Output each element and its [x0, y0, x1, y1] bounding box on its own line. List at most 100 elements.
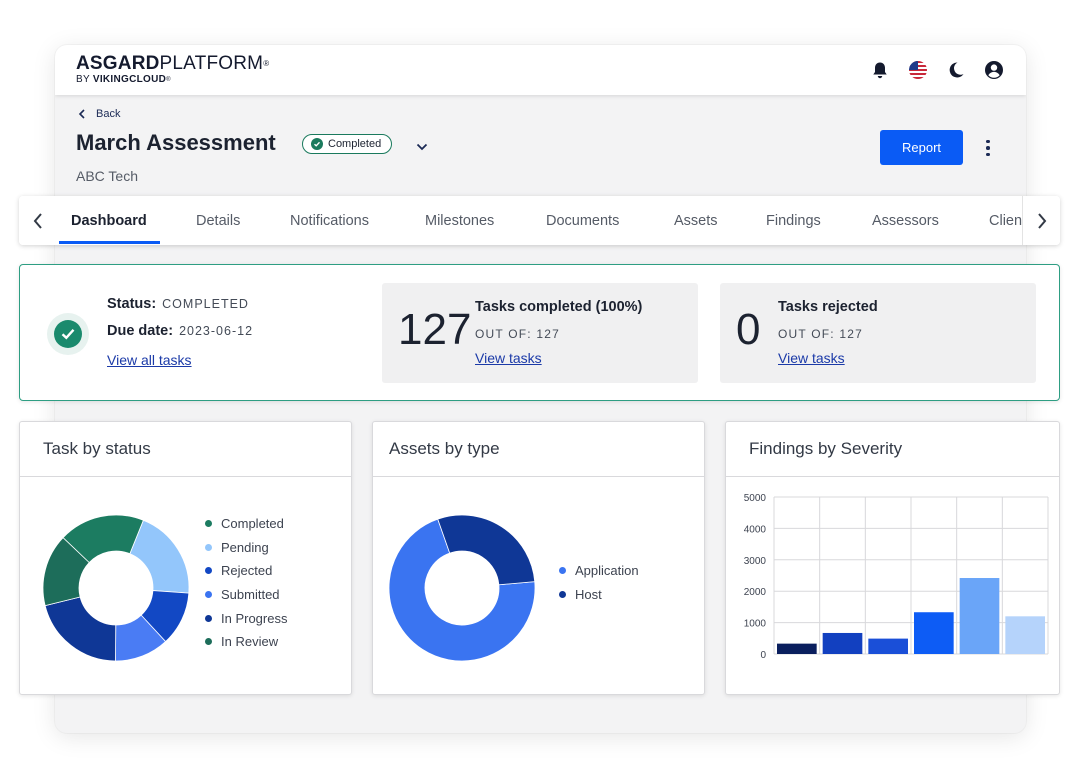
tab-details[interactable]: Details	[196, 196, 240, 245]
task-status-legend: Completed Pending Rejected Submitted In Prog…	[205, 512, 287, 654]
task-status-legend-item[interactable]: In Review	[205, 630, 287, 654]
bell-icon[interactable]	[868, 58, 892, 82]
status-row: Status: COMPLETED	[107, 296, 249, 312]
panel-title: Findings by Severity	[726, 422, 1059, 477]
severity-bar-5[interactable]	[959, 578, 1000, 654]
status-badge-label: Completed	[328, 138, 382, 150]
task-status-legend-item[interactable]: Submitted	[205, 583, 287, 607]
severity-bar-1[interactable]	[777, 643, 817, 654]
chevron-right-icon[interactable]	[1022, 196, 1060, 245]
logo-word-bold: ASGARD	[76, 53, 160, 74]
assets-type-legend-item[interactable]: Host	[559, 583, 639, 607]
logo-sub-brand: VIKINGCLOUD	[92, 74, 167, 85]
status-value: COMPLETED	[162, 297, 249, 311]
tab-assessors[interactable]: Assessors	[872, 196, 939, 245]
task-status-donut-chart	[42, 514, 190, 662]
tasks-completed-title: Tasks completed (100%)	[475, 299, 643, 315]
view-all-tasks-link[interactable]: View all tasks	[107, 352, 192, 368]
check-icon	[311, 138, 323, 150]
due-date-row: Due date: 2023-06-12	[107, 323, 253, 339]
tasks-rejected-title: Tasks rejected	[778, 299, 878, 315]
task-status-slice-submitted[interactable]	[44, 596, 117, 662]
chevron-down-icon[interactable]	[416, 138, 428, 156]
tab-clients[interactable]: Clien	[989, 196, 1022, 245]
findings-severity-bar-chart: 0 1000 2000 3000 4000 5000	[744, 493, 1049, 661]
tab-assets[interactable]: Assets	[674, 196, 718, 245]
due-date-label: Due date:	[107, 323, 174, 339]
legend-dot	[205, 567, 212, 575]
assets-by-type-panel: Assets by type Application Host	[372, 421, 705, 695]
legend-label: Completed	[221, 516, 284, 532]
chevron-left-icon[interactable]	[19, 196, 57, 245]
logo-registered-mark: ®	[263, 59, 270, 68]
legend-dot	[205, 520, 212, 528]
account-icon[interactable]	[982, 58, 1006, 82]
logo-sub-registered: ®	[166, 77, 171, 83]
asgard-logo[interactable]: ASGARDPLATFORM® BY VIKINGCLOUD®	[76, 54, 269, 86]
tab-dashboard[interactable]: Dashboard	[71, 196, 147, 245]
panel-title: Task by status	[20, 422, 351, 477]
task-by-status-panel: Task by status Completed Pending Rejected S…	[19, 421, 352, 695]
legend-label: Submitted	[221, 587, 280, 603]
tab-documents[interactable]: Documents	[546, 196, 619, 245]
legend-dot	[205, 591, 212, 599]
legend-label: Host	[575, 586, 602, 602]
tasks-rejected-box: 0 Tasks rejected OUT OF: 127 View tasks	[720, 283, 1036, 383]
more-options-icon[interactable]	[978, 137, 998, 159]
severity-bar-4[interactable]	[914, 612, 954, 654]
us-flag-icon[interactable]	[906, 58, 930, 82]
severity-bar-3[interactable]	[868, 638, 908, 654]
tab-findings[interactable]: Findings	[766, 196, 821, 245]
severity-bar-6[interactable]	[1005, 616, 1045, 654]
tab-notifications[interactable]: Notifications	[290, 196, 369, 245]
summary-card: Status: COMPLETED Due date: 2023-06-12 Vie…	[19, 264, 1060, 401]
task-status-legend-item[interactable]: Rejected	[205, 559, 287, 583]
status-label: Status:	[107, 296, 157, 312]
task-status-legend-item[interactable]: Pending	[205, 536, 287, 560]
completed-check-icon	[47, 313, 89, 355]
y-tick-label: 2000	[744, 587, 767, 598]
y-tick-label: 4000	[744, 524, 767, 535]
report-button[interactable]: Report	[880, 130, 963, 165]
legend-dot	[559, 590, 566, 598]
back-link[interactable]: Back	[78, 108, 120, 120]
task-status-legend-item[interactable]: Completed	[205, 512, 287, 536]
logo-word-light: PLATFORM	[159, 53, 264, 74]
legend-label: Rejected	[221, 563, 273, 579]
legend-dot	[205, 638, 212, 646]
tab-milestones[interactable]: Milestones	[425, 196, 494, 245]
active-tab-indicator	[59, 241, 160, 244]
tasks-completed-out-of: OUT OF: 127	[475, 327, 561, 341]
top-bar: ASGARDPLATFORM® BY VIKINGCLOUD®	[55, 45, 1026, 95]
page-title: March Assessment	[76, 130, 276, 155]
findings-by-severity-panel: Findings by Severity 0 1000 2000 3000 4000 50…	[725, 421, 1060, 695]
y-tick-label: 3000	[744, 556, 767, 567]
legend-label: Application	[575, 563, 639, 579]
due-date-value: 2023-06-12	[179, 324, 254, 338]
client-name: ABC Tech	[76, 168, 138, 184]
y-tick-label: 5000	[744, 493, 767, 504]
view-rejected-tasks-link[interactable]: View tasks	[778, 350, 845, 366]
logo-sub-prefix: BY	[76, 74, 93, 85]
assets-type-slice-host[interactable]	[437, 514, 536, 586]
view-completed-tasks-link[interactable]: View tasks	[475, 350, 542, 366]
tasks-rejected-out-of: OUT OF: 127	[778, 327, 864, 341]
assets-type-donut-chart	[388, 514, 536, 662]
tab-bar: Dashboard Details Notifications Mileston…	[19, 196, 1060, 245]
moon-icon[interactable]	[944, 58, 968, 82]
assets-type-legend: Application Host	[559, 559, 639, 606]
legend-label: Pending	[221, 539, 269, 555]
legend-label: In Progress	[221, 610, 288, 626]
task-status-legend-item[interactable]: In Progress	[205, 606, 287, 630]
tasks-completed-box: 127 Tasks completed (100%) OUT OF: 127 V…	[382, 283, 698, 383]
y-tick-label: 0	[760, 650, 766, 661]
status-badge: Completed	[302, 134, 393, 154]
severity-bar-2[interactable]	[822, 632, 863, 654]
panel-title: Assets by type	[373, 422, 704, 477]
y-tick-label: 1000	[744, 619, 767, 630]
back-label: Back	[96, 108, 121, 120]
chevron-left-icon	[78, 109, 85, 119]
assets-type-legend-item[interactable]: Application	[559, 559, 639, 583]
tasks-completed-count: 127	[398, 305, 472, 354]
legend-dot	[205, 614, 212, 622]
